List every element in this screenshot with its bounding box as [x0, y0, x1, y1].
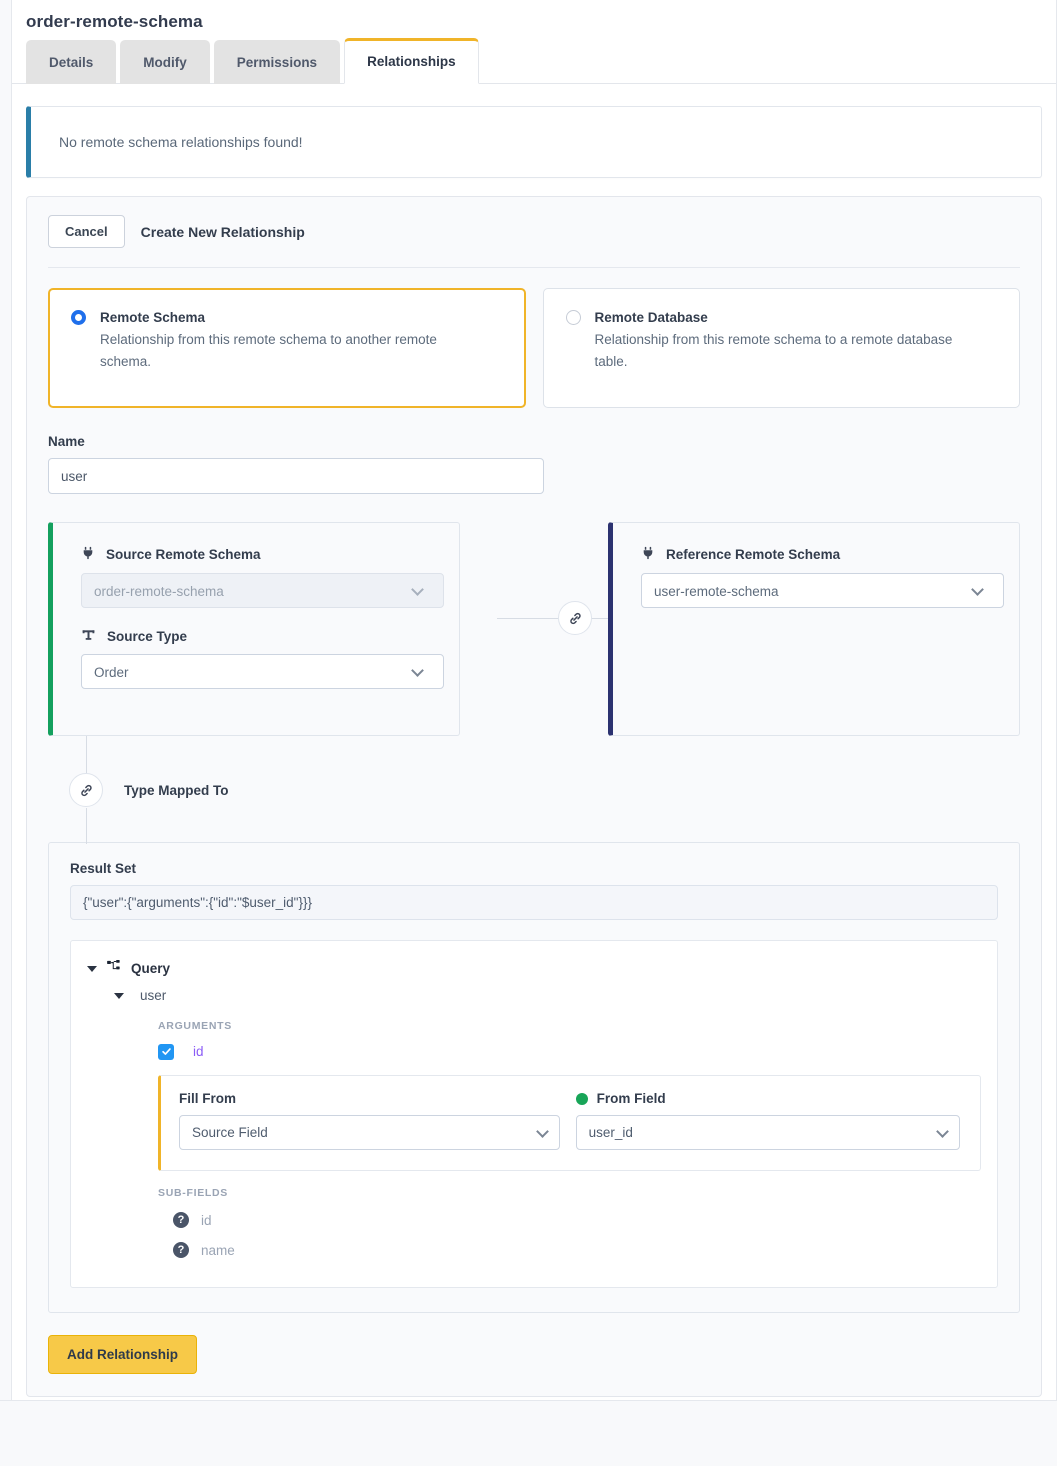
name-label: Name: [48, 434, 1020, 449]
plug-icon: [641, 545, 655, 564]
status-dot-icon: [576, 1093, 588, 1105]
caret-down-icon[interactable]: [114, 993, 124, 999]
empty-state-banner: No remote schema relationships found!: [26, 106, 1042, 178]
query-root-label: Query: [131, 961, 170, 976]
argument-row-id[interactable]: id: [87, 1038, 981, 1065]
name-field-group: Name: [48, 434, 1020, 494]
radio-remote-schema-description: Relationship from this remote schema to …: [71, 325, 471, 374]
radio-remote-schema-label: Remote Schema: [100, 310, 205, 325]
fill-from-card: Fill From Source Field From Field: [158, 1075, 981, 1171]
radio-line-remote-database: Remote Database: [566, 310, 998, 325]
checkbox-id[interactable]: [158, 1044, 174, 1060]
from-field-select-wrap: user_id: [576, 1115, 960, 1150]
schema-mapping-row: Source Remote Schema order-remote-schema: [48, 522, 1020, 736]
from-field-select[interactable]: user_id: [576, 1115, 960, 1150]
fill-from-select-wrap: Source Field: [179, 1115, 560, 1150]
subfields-caption: SUB-FIELDS: [87, 1187, 981, 1199]
source-remote-schema-card: Source Remote Schema order-remote-schema: [48, 522, 460, 736]
result-set-label: Result Set: [70, 861, 998, 876]
link-icon: [558, 601, 592, 635]
fill-from-label: Fill From: [179, 1091, 560, 1106]
reference-schema-label-row: Reference Remote Schema: [641, 545, 995, 564]
argument-label-id: id: [193, 1044, 204, 1059]
result-set-value: {"user":{"arguments":{"id":"$user_id"}}}: [70, 885, 998, 920]
plug-icon: [81, 545, 95, 564]
subfield-label-id: id: [201, 1213, 212, 1228]
divider: [48, 267, 1020, 268]
source-schema-label-row: Source Remote Schema: [81, 545, 435, 564]
page-title: order-remote-schema: [12, 0, 1056, 32]
relationship-type-remote-schema[interactable]: Remote Schema Relationship from this rem…: [48, 288, 526, 408]
tab-relationships[interactable]: Relationships: [344, 38, 479, 84]
from-field-label-row: From Field: [576, 1091, 960, 1106]
query-root-row[interactable]: Query: [87, 955, 981, 982]
query-child-row[interactable]: user: [87, 982, 981, 1009]
radio-remote-database-icon[interactable]: [566, 310, 581, 325]
source-type-label-row: Source Type: [81, 628, 435, 645]
from-field-column: From Field user_id: [576, 1091, 960, 1150]
query-child-label: user: [140, 988, 166, 1003]
source-schema-label: Source Remote Schema: [106, 547, 261, 562]
caret-down-icon[interactable]: [87, 966, 97, 972]
reference-remote-schema-card: Reference Remote Schema user-remote-sche…: [608, 522, 1020, 736]
link-icon: [69, 773, 103, 807]
tab-bar: Details Modify Permissions Relationships: [12, 32, 1056, 84]
tab-modify[interactable]: Modify: [120, 40, 210, 84]
cancel-button[interactable]: Cancel: [48, 215, 125, 248]
from-field-label: From Field: [597, 1091, 666, 1106]
type-mapped-to-label: Type Mapped To: [124, 783, 229, 798]
add-relationship-button[interactable]: Add Relationship: [48, 1335, 197, 1374]
radio-line-remote-schema: Remote Schema: [71, 310, 503, 325]
query-tree-card: Query user ARGUMENTS id: [70, 940, 998, 1288]
result-set-card: Result Set {"user":{"arguments":{"id":"$…: [48, 842, 1020, 1313]
source-schema-select[interactable]: order-remote-schema: [81, 573, 444, 608]
empty-state-message: No remote schema relationships found!: [31, 134, 303, 150]
subfield-row-id[interactable]: ? id: [87, 1205, 981, 1235]
source-type-label: Source Type: [107, 629, 187, 644]
bottom-divider: [0, 1400, 1057, 1401]
tab-permissions[interactable]: Permissions: [214, 40, 340, 84]
name-input[interactable]: [48, 458, 544, 494]
panel-header: Cancel Create New Relationship: [48, 215, 1020, 248]
question-circle-icon: ?: [173, 1212, 189, 1228]
reference-schema-select[interactable]: user-remote-schema: [641, 573, 1004, 608]
reference-schema-label: Reference Remote Schema: [666, 547, 840, 562]
relationship-type-remote-database[interactable]: Remote Database Relationship from this r…: [543, 288, 1021, 408]
page-root: order-remote-schema Details Modify Permi…: [0, 0, 1057, 1466]
question-circle-icon: ?: [173, 1242, 189, 1258]
fill-from-column: Fill From Source Field: [179, 1091, 560, 1150]
tab-details[interactable]: Details: [26, 40, 116, 84]
source-type-select-wrap: Order: [81, 654, 435, 689]
panel-heading: Create New Relationship: [141, 224, 305, 240]
type-mapped-to-inner: Type Mapped To: [69, 773, 229, 807]
create-relationship-panel: Cancel Create New Relationship Remote Sc…: [26, 196, 1042, 1397]
source-schema-select-wrap: order-remote-schema: [81, 573, 435, 608]
radio-remote-database-label: Remote Database: [595, 310, 708, 325]
type-mapped-to-row: Type Mapped To: [48, 736, 1020, 842]
arguments-caption: ARGUMENTS: [87, 1020, 981, 1032]
subfield-row-name[interactable]: ? name: [87, 1235, 981, 1265]
tree-line-top: [86, 736, 87, 774]
content-container: order-remote-schema Details Modify Permi…: [11, 0, 1057, 1400]
sitemap-icon: [106, 959, 122, 979]
fill-from-select[interactable]: Source Field: [179, 1115, 560, 1150]
radio-remote-schema-icon[interactable]: [71, 310, 86, 325]
subfield-label-name: name: [201, 1243, 235, 1258]
reference-schema-select-wrap: user-remote-schema: [641, 573, 995, 608]
source-type-select[interactable]: Order: [81, 654, 444, 689]
text-type-icon: [81, 628, 96, 645]
radio-remote-database-description: Relationship from this remote schema to …: [566, 325, 966, 374]
tree-line-bottom: [86, 808, 87, 844]
relationship-type-group: Remote Schema Relationship from this rem…: [48, 288, 1020, 408]
